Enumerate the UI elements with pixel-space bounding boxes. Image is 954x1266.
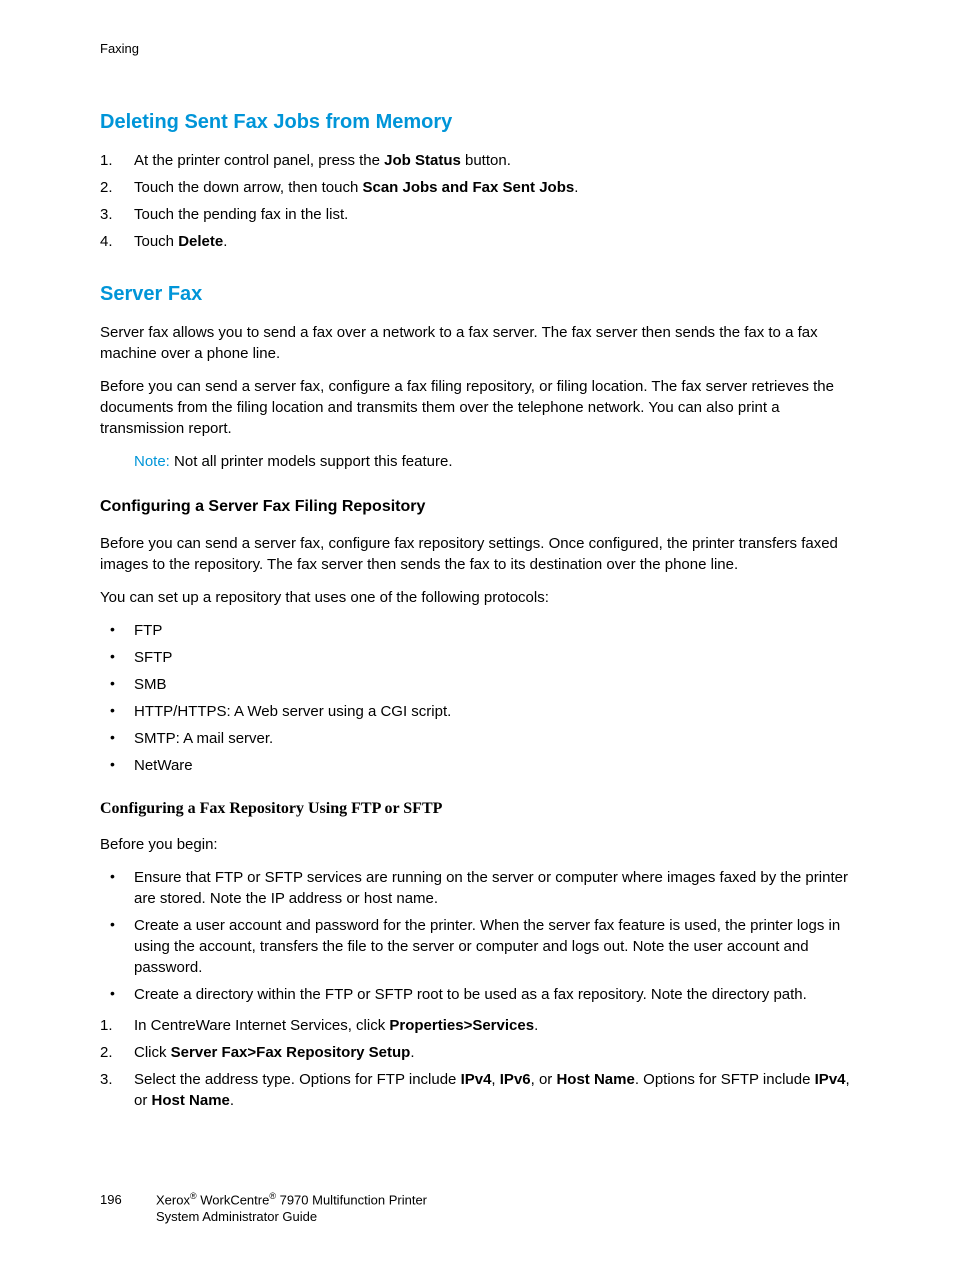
heading-ftp-sftp: Configuring a Fax Repository Using FTP o… xyxy=(100,798,854,820)
paragraph: Before you begin: xyxy=(100,834,854,855)
list-item: SMTP: A mail server. xyxy=(100,728,854,749)
protocol-list: FTP SFTP SMB HTTP/HTTPS: A Web server us… xyxy=(100,620,854,776)
page-number: 196 xyxy=(100,1191,156,1226)
list-item: Touch the pending fax in the list. xyxy=(100,204,854,225)
list-item: NetWare xyxy=(100,755,854,776)
list-item: In CentreWare Internet Services, click P… xyxy=(100,1015,854,1036)
page-footer: 196 Xerox® WorkCentre® 7970 Multifunctio… xyxy=(100,1191,854,1226)
list-item: FTP xyxy=(100,620,854,641)
list-item: Create a user account and password for t… xyxy=(100,915,854,978)
heading-deleting-sent-fax: Deleting Sent Fax Jobs from Memory xyxy=(100,108,854,136)
heading-configuring-repo: Configuring a Server Fax Filing Reposito… xyxy=(100,496,854,518)
footer-text: Xerox® WorkCentre® 7970 Multifunction Pr… xyxy=(156,1191,427,1226)
ftp-steps-list: In CentreWare Internet Services, click P… xyxy=(100,1015,854,1111)
list-item: HTTP/HTTPS: A Web server using a CGI scr… xyxy=(100,701,854,722)
paragraph: You can set up a repository that uses on… xyxy=(100,587,854,608)
deleting-steps-list: At the printer control panel, press the … xyxy=(100,150,854,252)
heading-server-fax: Server Fax xyxy=(100,280,854,308)
note: Note: Not all printer models support thi… xyxy=(134,451,854,472)
list-item: Touch the down arrow, then touch Scan Jo… xyxy=(100,177,854,198)
paragraph: Server fax allows you to send a fax over… xyxy=(100,322,854,364)
list-item: Touch Delete. xyxy=(100,231,854,252)
section-header: Faxing xyxy=(100,40,854,58)
list-item: Ensure that FTP or SFTP services are run… xyxy=(100,867,854,909)
paragraph: Before you can send a server fax, config… xyxy=(100,533,854,575)
list-item: SFTP xyxy=(100,647,854,668)
prereq-list: Ensure that FTP or SFTP services are run… xyxy=(100,867,854,1005)
paragraph: Before you can send a server fax, config… xyxy=(100,376,854,439)
list-item: Select the address type. Options for FTP… xyxy=(100,1069,854,1111)
list-item: At the printer control panel, press the … xyxy=(100,150,854,171)
list-item: Create a directory within the FTP or SFT… xyxy=(100,984,854,1005)
note-label: Note: xyxy=(134,453,170,470)
list-item: Click Server Fax>Fax Repository Setup. xyxy=(100,1042,854,1063)
list-item: SMB xyxy=(100,674,854,695)
